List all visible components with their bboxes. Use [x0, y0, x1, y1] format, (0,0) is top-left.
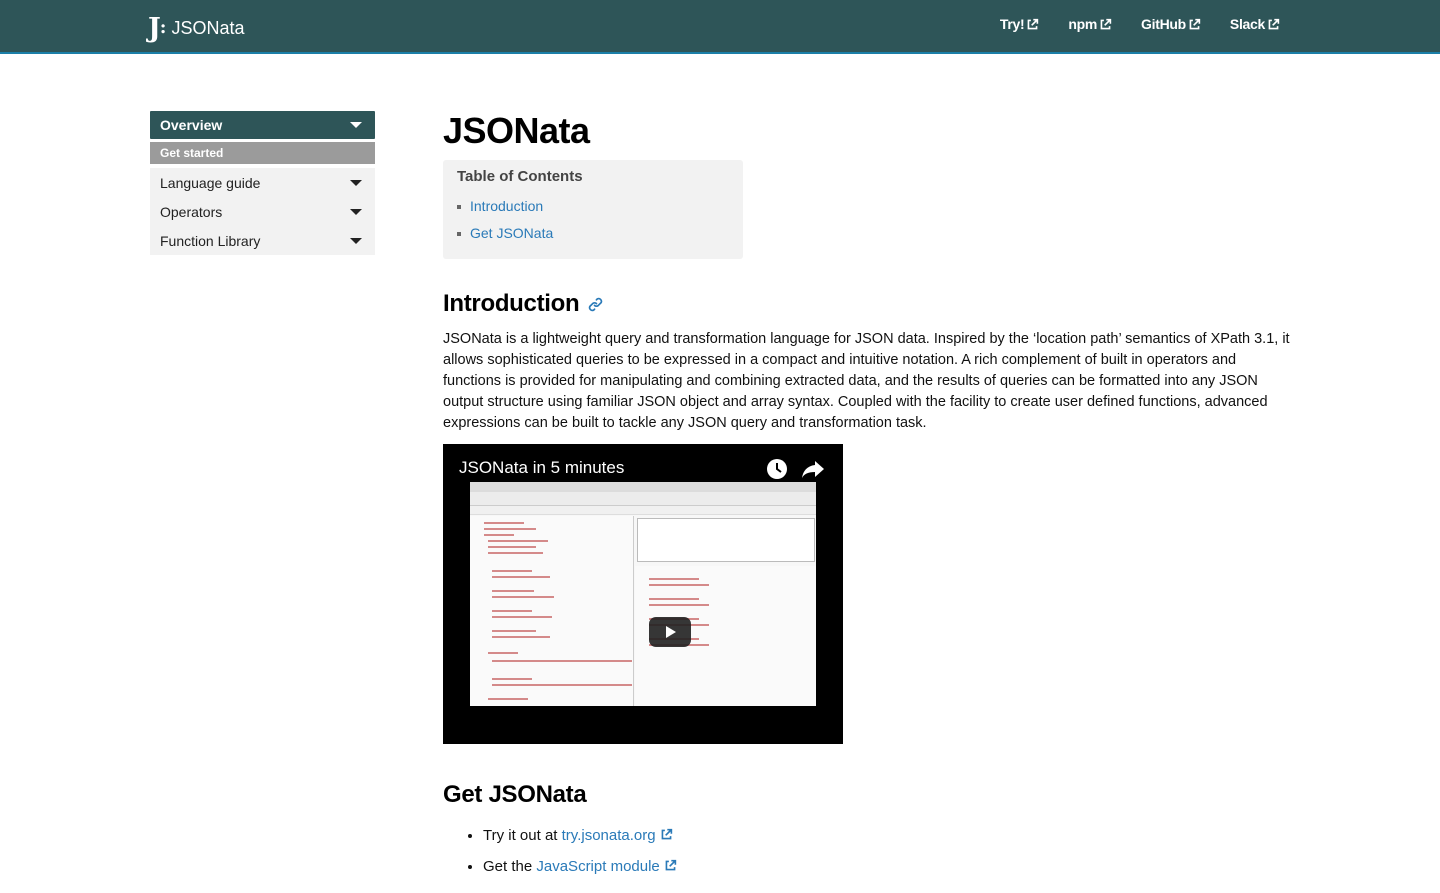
nav-link-label: GitHub — [1141, 16, 1186, 32]
sidebar-item-label: Get started — [160, 146, 224, 160]
jsonata-logo-icon: J: — [148, 12, 166, 44]
intro-paragraph: JSONata is a lightweight query and trans… — [443, 331, 1290, 431]
toc-item: Introduction — [457, 193, 729, 220]
section-heading-text: Introduction — [443, 290, 580, 317]
video-thumbnail — [470, 482, 816, 706]
watch-later-icon[interactable] — [766, 458, 788, 480]
top-navbar: J: JSONata Try! npm GitHub Slack — [0, 0, 1440, 54]
nav-link-try[interactable]: Try! — [1000, 16, 1039, 32]
section-heading-get-jsonata: Get JSONata — [443, 780, 1293, 810]
brand[interactable]: J: JSONata — [148, 13, 244, 43]
external-link-icon — [661, 828, 672, 840]
section-heading-text: Get JSONata — [443, 781, 587, 808]
nav-link-slack[interactable]: Slack — [1230, 16, 1280, 32]
section-heading-introduction: Introduction — [443, 289, 1293, 319]
list-item: Try it out at try.jsonata.org — [483, 820, 1293, 851]
caret-down-icon — [350, 122, 362, 128]
external-link-icon — [1189, 18, 1201, 29]
nav-link-npm[interactable]: npm — [1068, 16, 1112, 32]
video-title: JSONata in 5 minutes — [459, 458, 625, 477]
sidebar-item-label: Overview — [160, 117, 223, 133]
try-jsonata-link[interactable]: try.jsonata.org — [562, 827, 656, 844]
permalink-icon[interactable] — [588, 297, 603, 312]
caret-down-icon — [350, 208, 362, 215]
caret-down-icon — [350, 179, 362, 186]
get-jsonata-list: Try it out at try.jsonata.org Get the Ja… — [443, 820, 1293, 882]
table-of-contents: Table of Contents Introduction Get JSONa… — [443, 160, 743, 259]
sidebar-item-label: Language guide — [160, 174, 261, 191]
share-icon[interactable] — [801, 458, 825, 480]
nav-link-github[interactable]: GitHub — [1141, 16, 1201, 32]
video-embed[interactable]: JSONata in 5 minutes — [443, 444, 843, 744]
sidebar-item-label: Function Library — [160, 232, 261, 249]
toc-title: Table of Contents — [457, 168, 583, 185]
list-item: Get the JavaScript module — [483, 851, 1293, 882]
toc-item: Get JSONata — [457, 220, 729, 247]
main-content: JSONata Table of Contents Introduction G… — [443, 108, 1293, 882]
brand-name: JSONata — [171, 17, 245, 38]
play-button[interactable] — [649, 617, 691, 647]
nav-link-label: Slack — [1229, 16, 1265, 32]
nav-links: Try! npm GitHub Slack — [1000, 16, 1280, 32]
external-link-icon — [665, 859, 677, 871]
sidebar-item-get-started[interactable]: Get started — [150, 142, 375, 164]
page-title: JSONata — [443, 110, 590, 151]
external-link-icon — [1268, 18, 1280, 29]
sidebar-item-language-guide[interactable]: Language guide — [150, 168, 375, 197]
nav-link-label: Try! — [999, 16, 1025, 32]
sidebar-item-operators[interactable]: Operators — [150, 197, 375, 226]
external-link-icon — [1100, 18, 1112, 29]
list-item-text: Get the — [483, 858, 537, 875]
toc-link-get-jsonata[interactable]: Get JSONata — [470, 220, 553, 247]
list-item-text: Try it out at — [483, 827, 562, 844]
sidebar: Overview Get started Language guide Oper… — [150, 111, 375, 255]
external-link-icon — [1028, 18, 1039, 29]
caret-down-icon — [350, 237, 362, 244]
sidebar-item-overview[interactable]: Overview — [150, 111, 375, 139]
sidebar-item-label: Operators — [160, 203, 223, 220]
nav-link-label: npm — [1068, 16, 1098, 32]
sidebar-item-function-library[interactable]: Function Library — [150, 226, 375, 255]
toc-link-introduction[interactable]: Introduction — [470, 193, 543, 220]
javascript-module-link[interactable]: JavaScript module — [536, 858, 659, 875]
